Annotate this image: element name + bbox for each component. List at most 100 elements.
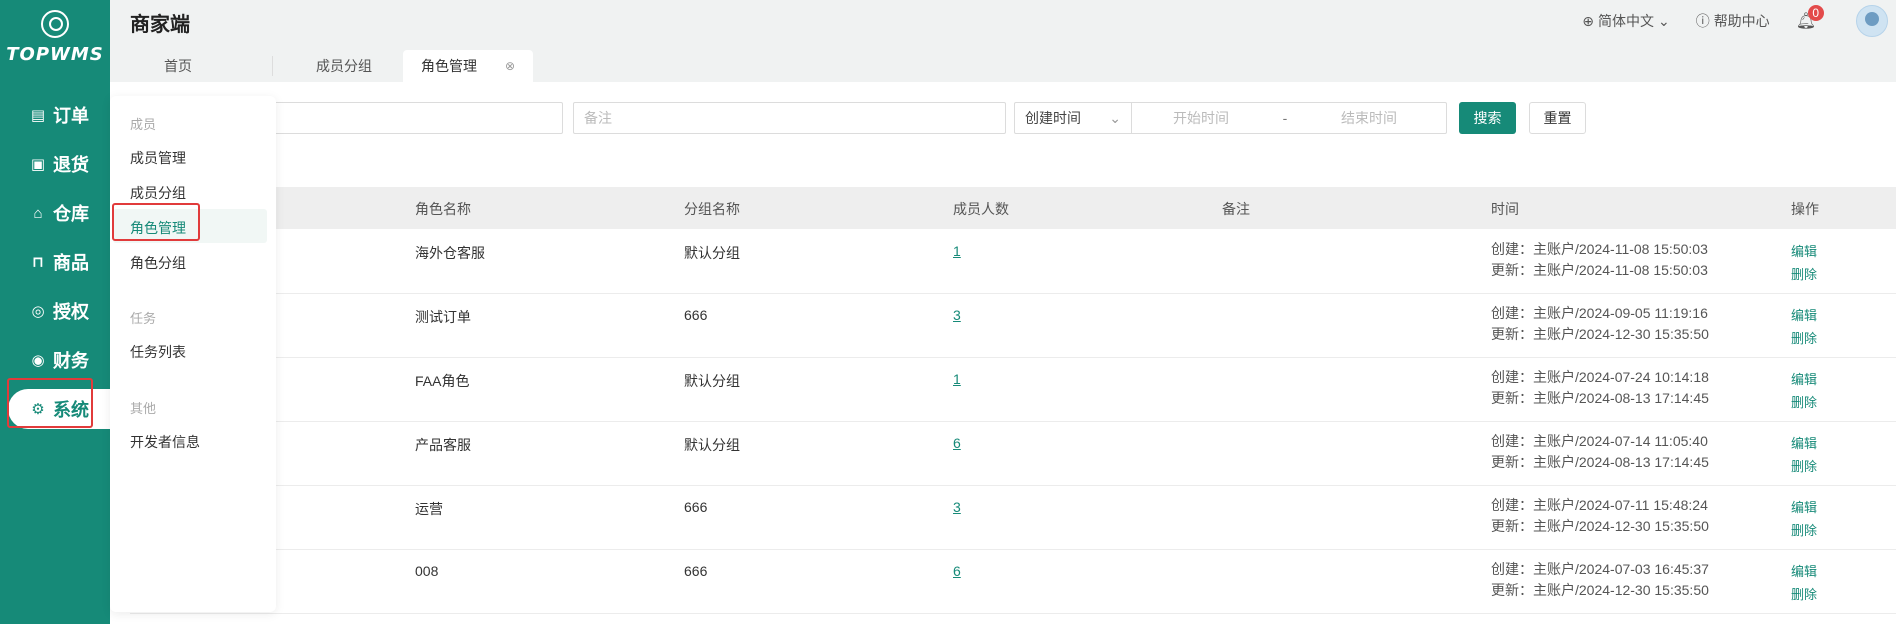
tab-role-management[interactable]: 角色管理 ⊗ xyxy=(403,50,533,82)
created-time: 创建：主账户/2024-07-11 15:48:24 xyxy=(1491,497,1708,513)
column-header-group-name: 分组名称 xyxy=(684,201,740,217)
menu-item-member-management[interactable]: 成员管理 xyxy=(130,148,186,168)
created-time: 创建：主账户/2024-11-08 15:50:03 xyxy=(1491,241,1708,257)
tab-label: 成员分组 xyxy=(316,58,372,74)
notification-button[interactable]: 🔔︎ 0 xyxy=(1796,5,1824,31)
table-header: 角色名称 分组名称 成员人数 备注 时间 操作 xyxy=(130,187,1896,229)
member-count-link[interactable]: 6 xyxy=(953,563,961,579)
end-date-input[interactable]: 结束时间 xyxy=(1300,108,1438,128)
delete-link[interactable]: 删除 xyxy=(1791,520,1817,539)
edit-link[interactable]: 编辑 xyxy=(1791,497,1817,516)
role-name: 008 xyxy=(415,563,439,579)
updated-time: 更新：主账户/2024-08-13 17:14:45 xyxy=(1491,390,1709,406)
table-row: FAA角色 默认分组 1 创建：主账户/2024-07-24 10:14:18 … xyxy=(130,357,1896,422)
member-count-link[interactable]: 1 xyxy=(953,243,961,259)
table-row: 运营 666 3 创建：主账户/2024-07-11 15:48:24 更新：主… xyxy=(130,485,1896,550)
reset-button[interactable]: 重置 xyxy=(1529,102,1586,134)
column-header-time: 时间 xyxy=(1491,201,1519,217)
chevron-down-icon: ⌄ xyxy=(1109,109,1121,126)
logo-text: TOPWMS xyxy=(6,44,104,65)
bag-icon: ⊓ xyxy=(32,254,44,271)
start-date-input[interactable]: 开始时间 xyxy=(1132,108,1270,128)
system-submenu: 成员 成员管理 成员分组 角色管理 角色分组 任务 任务列表 其他 开发者信息 xyxy=(110,96,276,612)
date-type-label: 创建时间 xyxy=(1025,110,1081,126)
edit-link[interactable]: 编辑 xyxy=(1791,305,1817,324)
delete-link[interactable]: 删除 xyxy=(1791,584,1817,603)
sidebar-item-warehouse[interactable]: ⌂ 仓库 xyxy=(8,193,110,233)
updated-time: 更新：主账户/2024-11-08 15:50:03 xyxy=(1491,262,1708,278)
sidebar-item-orders[interactable]: ▤ 订单 xyxy=(8,95,110,135)
sidebar-item-label: 仓库 xyxy=(53,204,89,224)
member-count-link[interactable]: 6 xyxy=(953,435,961,451)
updated-time: 更新：主账户/2024-12-30 15:35:50 xyxy=(1491,518,1709,534)
role-name: 海外仓客服 xyxy=(415,245,485,261)
member-count-link[interactable]: 1 xyxy=(953,371,961,387)
menu-item-member-groups[interactable]: 成员分组 xyxy=(130,183,186,203)
date-type-select[interactable]: 创建时间 ⌄ xyxy=(1015,103,1132,133)
menu-item-task-list[interactable]: 任务列表 xyxy=(130,342,186,362)
date-separator: - xyxy=(1282,110,1288,126)
notification-badge: 0 xyxy=(1807,5,1824,21)
role-name: 运营 xyxy=(415,501,443,517)
highlight-box xyxy=(112,203,200,241)
member-count-link[interactable]: 3 xyxy=(953,499,961,515)
sidebar-item-authorization[interactable]: ◎ 授权 xyxy=(8,291,110,331)
coin-icon: ◉ xyxy=(31,352,45,369)
updated-time: 更新：主账户/2024-12-30 15:35:50 xyxy=(1491,326,1709,342)
remark-placeholder: 备注 xyxy=(584,110,612,126)
table-row: 测试订单 666 3 创建：主账户/2024-09-05 11:19:16 更新… xyxy=(130,293,1896,358)
return-icon: ▣ xyxy=(30,156,46,173)
document-icon: ▤ xyxy=(30,107,46,124)
edit-link[interactable]: 编辑 xyxy=(1791,561,1817,580)
language-selector[interactable]: ⊕ 简体中文 ⌄ xyxy=(1582,11,1669,31)
shield-icon: ◎ xyxy=(31,303,45,320)
table-row: 产品客服 默认分组 6 创建：主账户/2024-07-14 11:05:40 更… xyxy=(130,421,1896,486)
menu-item-developer-info[interactable]: 开发者信息 xyxy=(130,432,200,452)
column-header-remark: 备注 xyxy=(1222,201,1250,217)
home-icon: ⌂ xyxy=(33,204,43,222)
created-time: 创建：主账户/2024-09-05 11:19:16 xyxy=(1491,305,1708,321)
search-button[interactable]: 搜索 xyxy=(1459,102,1516,134)
group-name: 默认分组 xyxy=(684,245,740,261)
tab-member-groups[interactable]: 成员分组 xyxy=(274,50,414,82)
delete-link[interactable]: 删除 xyxy=(1791,328,1817,347)
menu-item-role-groups[interactable]: 角色分组 xyxy=(130,253,186,273)
created-time: 创建：主账户/2024-07-24 10:14:18 xyxy=(1491,369,1709,385)
role-name: FAA角色 xyxy=(415,373,470,389)
group-name: 默认分组 xyxy=(684,437,740,453)
column-header-member-count: 成员人数 xyxy=(953,201,1009,217)
group-name: 666 xyxy=(684,499,708,515)
edit-link[interactable]: 编辑 xyxy=(1791,433,1817,452)
tab-divider xyxy=(272,56,273,76)
help-label: 帮助中心 xyxy=(1713,13,1770,29)
language-label: 简体中文 xyxy=(1597,13,1654,29)
sidebar-item-finance[interactable]: ◉ 财务 xyxy=(8,340,110,380)
member-count-link[interactable]: 3 xyxy=(953,307,961,323)
delete-link[interactable]: 删除 xyxy=(1791,392,1817,411)
delete-link[interactable]: 删除 xyxy=(1791,456,1817,475)
avatar[interactable] xyxy=(1856,5,1888,37)
logo[interactable]: TOPWMS xyxy=(0,10,110,65)
globe-icon: ⊕ xyxy=(1582,12,1594,29)
column-header-role-name: 角色名称 xyxy=(415,201,471,217)
menu-group-title: 任务 xyxy=(130,311,157,326)
help-center-link[interactable]: ⓘ 帮助中心 xyxy=(1696,11,1770,31)
table-row: 008 666 6 创建：主账户/2024-07-03 16:45:37 更新：… xyxy=(130,549,1896,614)
sidebar-item-products[interactable]: ⊓ 商品 xyxy=(8,242,110,282)
chevron-down-icon: ⌄ xyxy=(1657,12,1670,29)
menu-group-title: 成员 xyxy=(130,117,157,132)
sidebar-item-returns[interactable]: ▣ 退货 xyxy=(8,144,110,184)
group-name: 666 xyxy=(684,307,708,323)
remark-input[interactable]: 备注 xyxy=(573,102,1006,134)
role-name: 产品客服 xyxy=(415,437,471,453)
sidebar-item-label: 退货 xyxy=(53,155,89,175)
top-header: 商家端 ⊕ 简体中文 ⌄ ⓘ 帮助中心 🔔︎ 0 xyxy=(110,0,1896,42)
edit-link[interactable]: 编辑 xyxy=(1791,241,1817,260)
tab-home[interactable]: 首页 xyxy=(128,50,228,82)
delete-link[interactable]: 删除 xyxy=(1791,264,1817,283)
edit-link[interactable]: 编辑 xyxy=(1791,369,1817,388)
tab-label: 角色管理 xyxy=(420,58,477,74)
help-icon: ⓘ xyxy=(1695,13,1710,29)
header-actions: ⊕ 简体中文 ⌄ ⓘ 帮助中心 🔔︎ 0 xyxy=(1582,0,1896,42)
close-icon[interactable]: ⊗ xyxy=(505,59,515,73)
